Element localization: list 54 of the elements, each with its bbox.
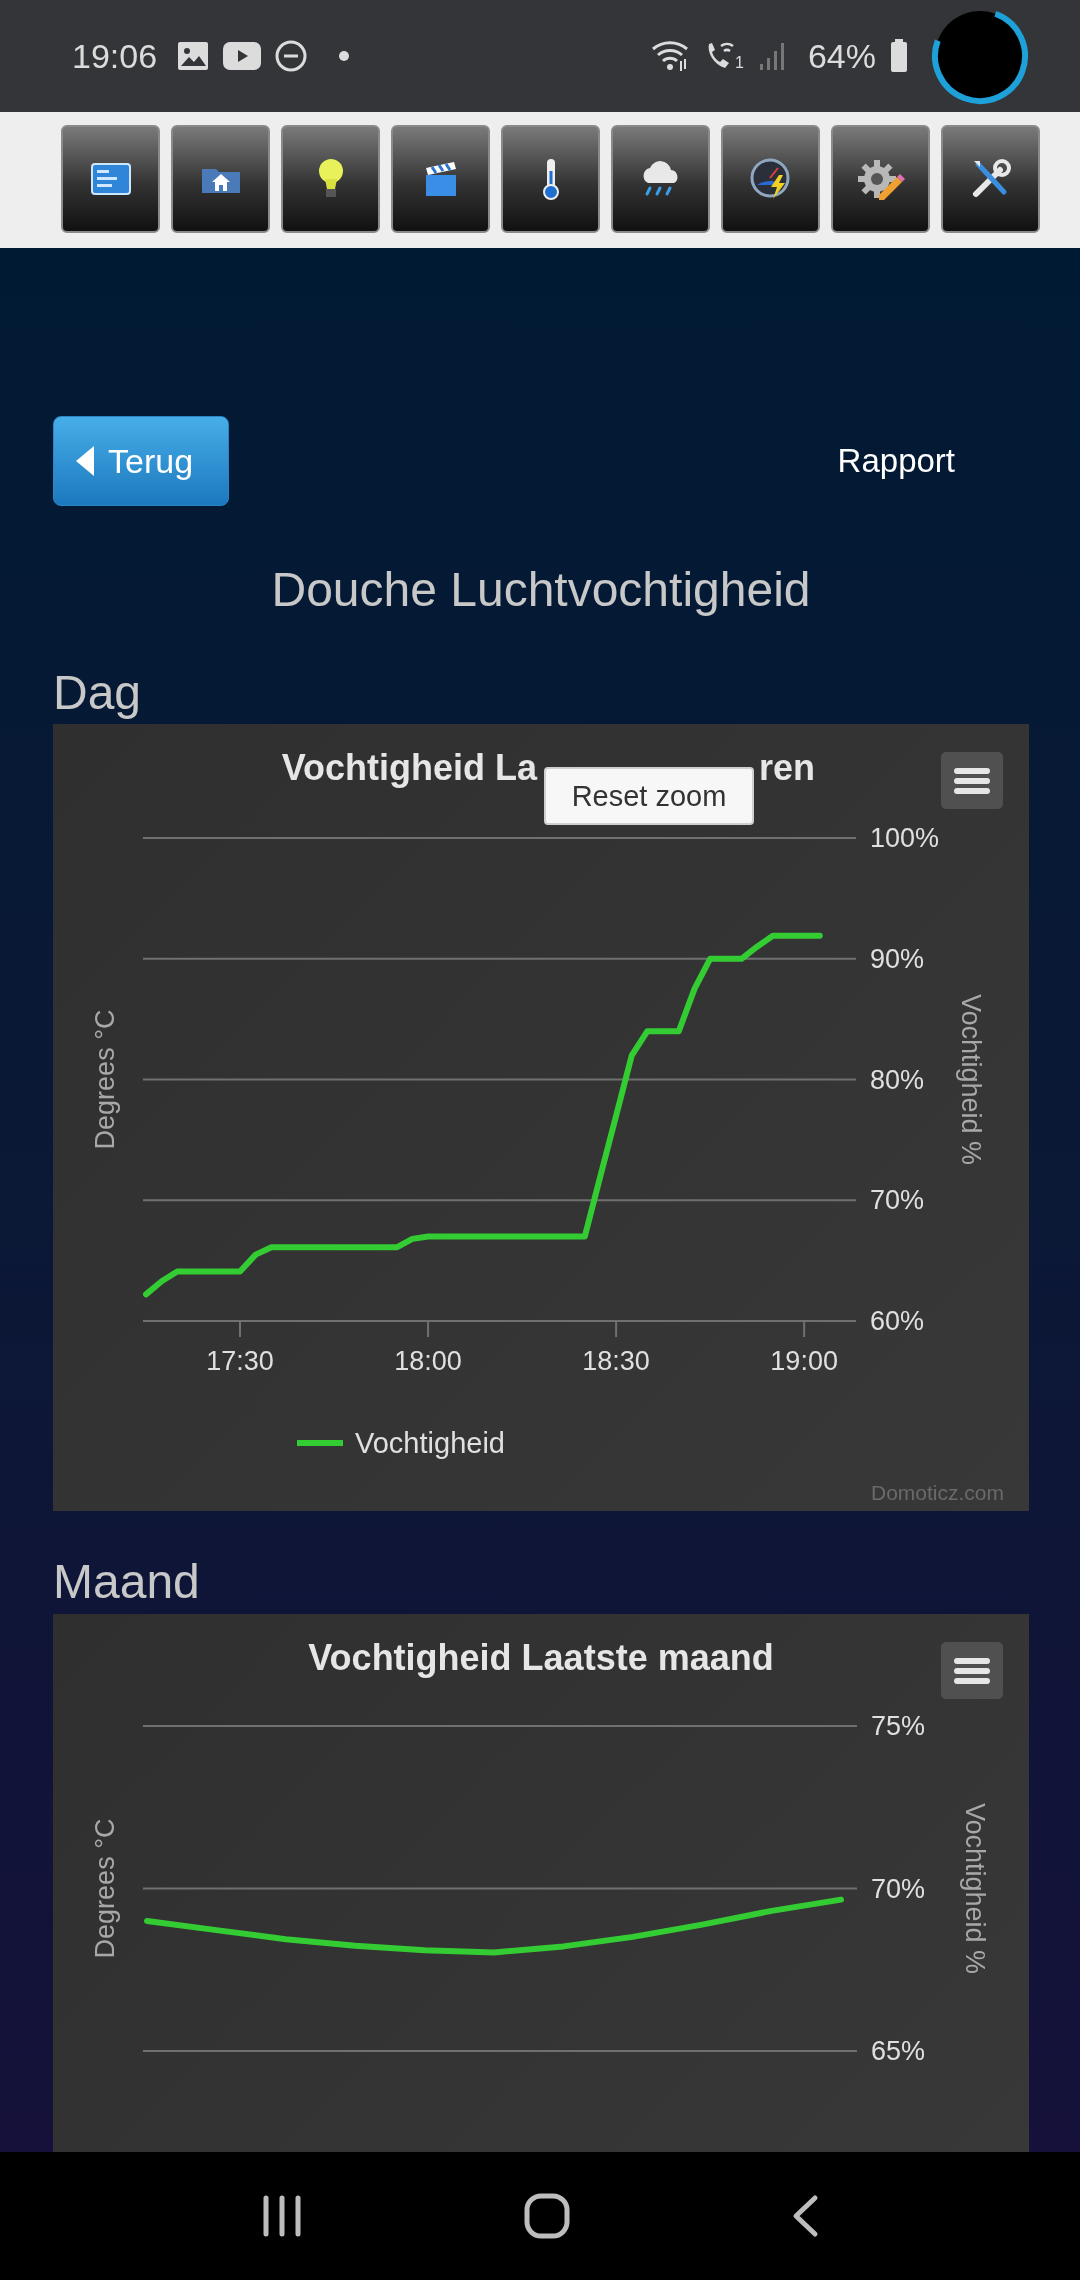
axis-title: Degrees °C [90, 1818, 120, 1959]
dashboard-icon [90, 163, 131, 195]
legend-label[interactable]: Vochtigheid [355, 1427, 505, 1459]
axis-tick-label: 100% [870, 823, 940, 853]
legend-line [297, 1440, 343, 1446]
report-link[interactable]: Rapport [837, 442, 955, 480]
axis-tick-label: 70% [870, 1185, 925, 1216]
image-icon [177, 41, 210, 71]
axis-title: Degrees °C [90, 1009, 120, 1150]
menu-icon [953, 1655, 991, 1686]
reset-zoom-button[interactable]: Reset zoom [544, 767, 754, 825]
video-play-icon [223, 42, 262, 70]
section-heading: Maand [53, 1554, 201, 1610]
toolbar-button[interactable] [721, 125, 820, 233]
axis-tick-label: 90% [870, 943, 925, 974]
toolbar-button[interactable] [61, 125, 160, 233]
chart-title: Vochtigheid La [281, 746, 537, 788]
axis-tick-label: 65% [871, 2036, 926, 2066]
menu-button[interactable] [941, 1642, 1003, 1699]
toolbar-button[interactable] [501, 125, 600, 233]
dot-icon [339, 51, 350, 61]
back-arrow-icon [76, 446, 94, 476]
axis-tick-label: 18:30 [582, 1346, 650, 1376]
section-heading: Dag [53, 665, 143, 721]
toolbar-button[interactable] [831, 125, 930, 233]
toolbar-button[interactable] [611, 125, 710, 233]
menu-icon [953, 765, 991, 796]
chart-title: Vochtigheid Laatste maand [308, 1636, 774, 1678]
toolbar-button[interactable] [391, 125, 490, 233]
do-not-disturb-icon [275, 40, 308, 72]
home-icon[interactable] [523, 2192, 571, 2240]
axis-title: Vochtigheid % [956, 993, 986, 1166]
thermometer-icon [540, 157, 561, 201]
toolbar-button[interactable] [171, 125, 270, 233]
menu-button[interactable] [941, 752, 1003, 809]
axis-title: Vochtigheid % [960, 1802, 990, 1975]
gear-pencil-icon [856, 157, 905, 201]
axis-tick-label: 75% [871, 1711, 926, 1741]
axis-tick-label: 70% [871, 1873, 926, 1904]
toolbar-button[interactable] [941, 125, 1040, 233]
clapperboard-icon [423, 160, 458, 198]
axis-tick-label: 18:00 [394, 1346, 462, 1376]
battery-icon [890, 39, 908, 73]
toolbar-button[interactable] [281, 125, 380, 233]
page-title: Douche Luchtvochtigheid [270, 562, 812, 618]
chart-title: ren [759, 746, 816, 788]
axis-tick-label: 17:30 [206, 1346, 274, 1376]
signal-icon [757, 40, 786, 72]
sim-number: 1 [735, 54, 744, 72]
clock-time: 19:06 [72, 36, 158, 76]
battery-percentage: 64% [807, 36, 876, 76]
axis-tick-label: 80% [870, 1064, 925, 1095]
axis-tick-label: 19:00 [770, 1346, 838, 1376]
axis-tick-label: 60% [870, 1306, 925, 1336]
